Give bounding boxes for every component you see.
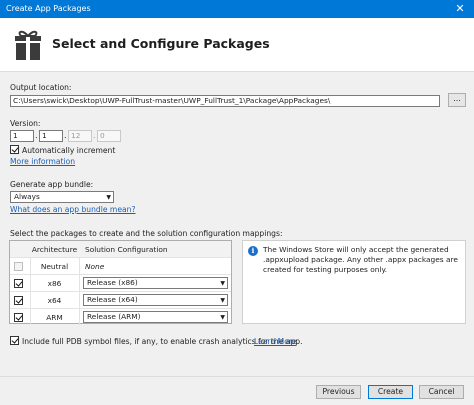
auto-increment-label: Automatically increment [22,146,116,155]
app-bundle-select[interactable]: Always ▼ [10,191,114,203]
chevron-down-icon: ▼ [220,280,225,287]
config-cell: None [85,262,105,271]
include-pdb-checkbox[interactable] [10,336,19,345]
app-bundle-label: Generate app bundle: [10,180,94,189]
app-bundle-help-link[interactable]: What does an app bundle mean? [10,205,136,214]
app-bundle-selected: Always [14,192,40,201]
package-checkbox-arm[interactable] [14,313,23,322]
config-selected: Release (x64) [87,295,138,304]
config-select-x86[interactable]: Release (x86) ▼ [83,277,228,289]
version-build-input: 12 [68,130,92,142]
chevron-down-icon: ▼ [106,194,111,201]
close-icon[interactable]: ✕ [446,0,474,18]
package-checkbox-x64[interactable] [14,296,23,305]
chevron-down-icon: ▼ [220,314,225,321]
arch-cell: Neutral [40,262,69,271]
arch-cell: x64 [47,296,62,305]
previous-button[interactable]: Previous [316,385,361,399]
version-separator: . [64,131,67,140]
chevron-down-icon: ▼ [220,297,225,304]
table-row: x64 Release (x64) ▼ [10,292,231,309]
cancel-button[interactable]: Cancel [419,385,464,399]
auto-increment-checkbox[interactable] [10,145,19,154]
table-header-row: Architecture Solution Configuration [10,241,231,258]
version-revision-input: 0 [97,130,121,142]
output-location-input[interactable]: C:\Users\swick\Desktop\UWP-FullTrust-mas… [10,95,440,107]
table-row: ARM Release (ARM) ▼ [10,309,231,326]
window-title: Create App Packages [6,4,91,13]
page-title: Select and Configure Packages [52,36,270,51]
arch-cell: x86 [47,279,62,288]
version-separator: . [35,131,38,140]
dialog-header: Select and Configure Packages [0,18,474,72]
architecture-header: Architecture [31,245,78,254]
packages-table: Architecture Solution Configuration Neut… [9,240,232,326]
configuration-header: Solution Configuration [85,245,168,254]
version-minor-input[interactable]: 1 [39,130,63,142]
learn-more-link[interactable]: Learn More [254,337,296,346]
package-gift-icon [15,30,41,60]
window-title-bar: Create App Packages ✕ [0,0,474,18]
version-major-input[interactable]: 1 [10,130,34,142]
config-select-x64[interactable]: Release (x64) ▼ [83,294,228,306]
config-selected: Release (ARM) [87,312,141,321]
version-label: Version: [10,119,41,128]
config-selected: Release (x86) [87,278,138,287]
arch-cell: ARM [46,313,63,322]
table-row: x86 Release (x86) ▼ [10,275,231,292]
more-information-link[interactable]: More information [10,157,75,166]
package-checkbox-x86[interactable] [14,279,23,288]
packages-instruction: Select the packages to create and the so… [10,229,283,238]
browse-button[interactable]: ... [448,93,466,107]
config-select-arm[interactable]: Release (ARM) ▼ [83,311,228,323]
output-location-label: Output location: [10,83,72,92]
package-checkbox-neutral [14,262,23,271]
store-info-message: The Windows Store will only accept the g… [263,245,458,274]
info-icon: i [248,246,258,256]
version-separator: . [93,131,96,140]
store-info-box: i The Windows Store will only accept the… [242,240,466,324]
table-row: Neutral None [10,258,231,275]
create-button[interactable]: Create [368,385,413,399]
